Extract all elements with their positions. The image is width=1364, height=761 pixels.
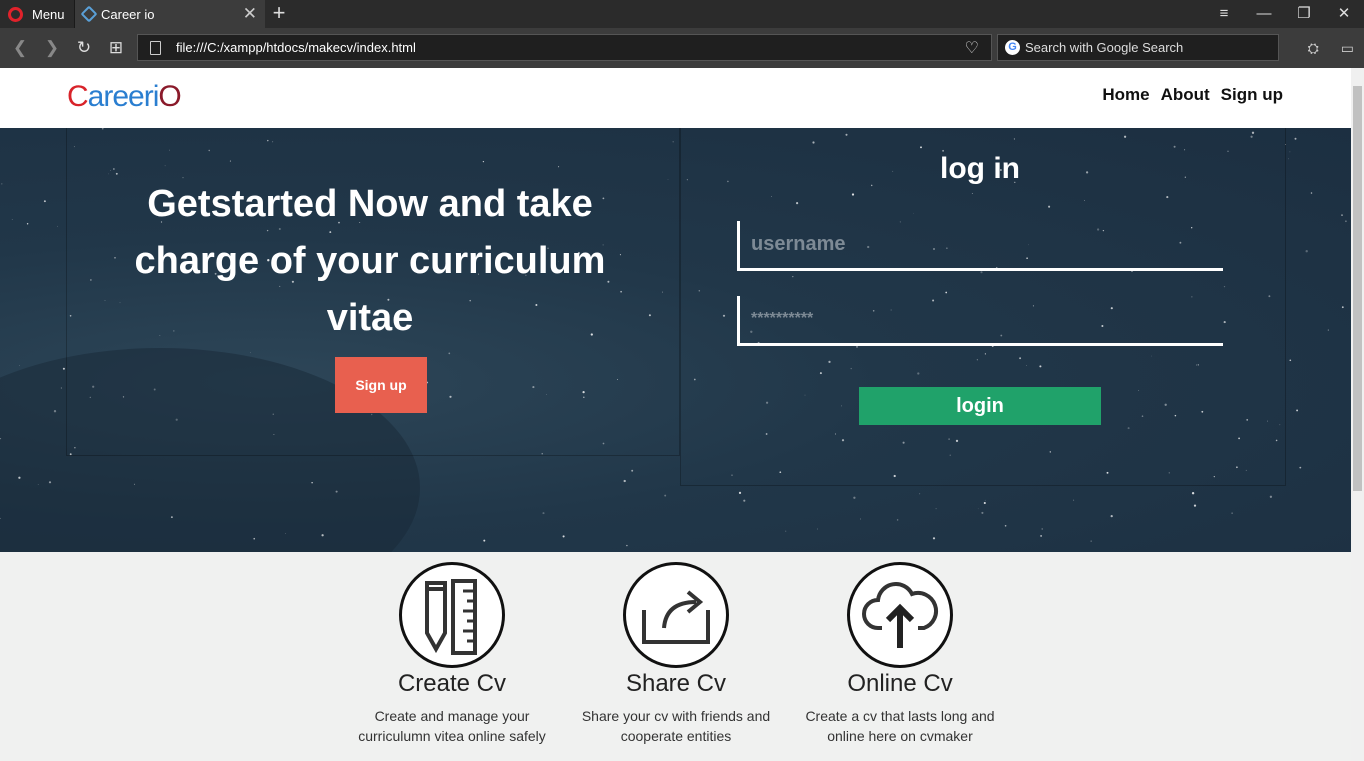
url-field[interactable]: file:///C:/xampp/htdocs/makecv/index.htm… xyxy=(137,34,992,61)
features-section: Create Cv Create and manage your curricu… xyxy=(340,562,1020,746)
password-input[interactable]: ********** xyxy=(737,296,1223,346)
tab-menu-icon[interactable]: ≡ xyxy=(1204,0,1244,28)
feature-create-cv: Create Cv Create and manage your curricu… xyxy=(340,562,564,746)
site-navbar: CareeriO Home About Sign up xyxy=(0,68,1351,128)
forward-icon[interactable]: ❯ xyxy=(36,38,68,58)
scrollbar-thumb[interactable] xyxy=(1353,86,1362,491)
nav-home-link[interactable]: Home xyxy=(1102,85,1149,105)
feature-desc: Share your cv with friends and cooperate… xyxy=(581,708,771,744)
minimize-icon[interactable]: — xyxy=(1244,0,1284,28)
battery-icon[interactable]: ▭ xyxy=(1341,40,1354,57)
hero-headline: Getstarted Now and take charge of your c… xyxy=(134,183,606,339)
feature-title: Share Cv xyxy=(625,670,727,697)
vpn-icon[interactable]: ⛭ xyxy=(1308,40,1319,57)
feature-title: Create Cv xyxy=(397,670,507,697)
back-icon[interactable]: ❮ xyxy=(4,38,36,58)
search-field[interactable]: G Search with Google Search xyxy=(997,34,1279,61)
nav-about-link[interactable]: About xyxy=(1161,85,1210,105)
browser-tab[interactable]: Career io ✕ xyxy=(75,0,265,28)
new-tab-button[interactable]: + xyxy=(265,0,293,28)
nav-links: Home About Sign up xyxy=(1102,85,1283,105)
reload-icon[interactable]: ↻ xyxy=(68,38,100,58)
page-icon xyxy=(150,41,161,55)
pencil-ruler-icon xyxy=(399,562,505,668)
browser-tab-bar: Menu Career io ✕ + ≡ — ❐ ✕ xyxy=(0,0,1364,28)
url-text: file:///C:/xampp/htdocs/makecv/index.htm… xyxy=(176,40,416,55)
username-input[interactable]: username xyxy=(737,221,1223,271)
feature-share-cv: Share Cv Share your cv with friends and … xyxy=(564,562,788,746)
close-window-icon[interactable]: ✕ xyxy=(1324,0,1364,28)
menu-label: Menu xyxy=(32,6,65,22)
logo-part-1: C xyxy=(67,80,89,113)
restore-icon[interactable]: ❐ xyxy=(1284,0,1324,28)
opera-menu-button[interactable]: Menu xyxy=(0,0,75,28)
tab-title: Career io xyxy=(101,6,155,22)
window-controls: ≡ — ❐ ✕ xyxy=(1204,0,1364,28)
bookmark-heart-icon[interactable]: ♡ xyxy=(965,38,979,58)
hero-section: Getstarted Now and take charge of your c… xyxy=(0,128,1351,552)
page-scrollbar[interactable] xyxy=(1351,68,1364,761)
google-icon: G xyxy=(1005,40,1020,55)
nav-signup-link[interactable]: Sign up xyxy=(1221,85,1283,105)
feature-desc: Create and manage your curriculumn vitea… xyxy=(358,708,546,744)
speed-dial-icon[interactable]: ⊞ xyxy=(100,38,132,58)
tab-close-icon[interactable]: ✕ xyxy=(243,4,257,24)
login-button[interactable]: login xyxy=(859,387,1101,425)
feature-title: Online Cv xyxy=(847,670,953,697)
extension-icons: ⛭ ▭ xyxy=(1308,40,1354,57)
tab-favicon-icon xyxy=(80,5,98,23)
share-icon xyxy=(623,562,729,668)
site-logo[interactable]: CareeriO xyxy=(67,80,182,114)
address-bar-row: ❮ ❯ ↻ ⊞ file:///C:/xampp/htdocs/makecv/i… xyxy=(0,28,1364,68)
logo-part-2: areeri xyxy=(87,80,160,113)
feature-online-cv: Online Cv Create a cv that lasts long an… xyxy=(788,562,1012,746)
opera-logo-icon xyxy=(8,6,23,22)
cloud-upload-icon xyxy=(847,562,953,668)
logo-part-3: O xyxy=(158,80,181,113)
feature-desc: Create a cv that lasts long and online h… xyxy=(805,708,995,744)
hero-signup-button[interactable]: Sign up xyxy=(335,357,427,413)
search-placeholder: Search with Google Search xyxy=(1025,40,1184,55)
login-title: log in xyxy=(940,152,1020,185)
